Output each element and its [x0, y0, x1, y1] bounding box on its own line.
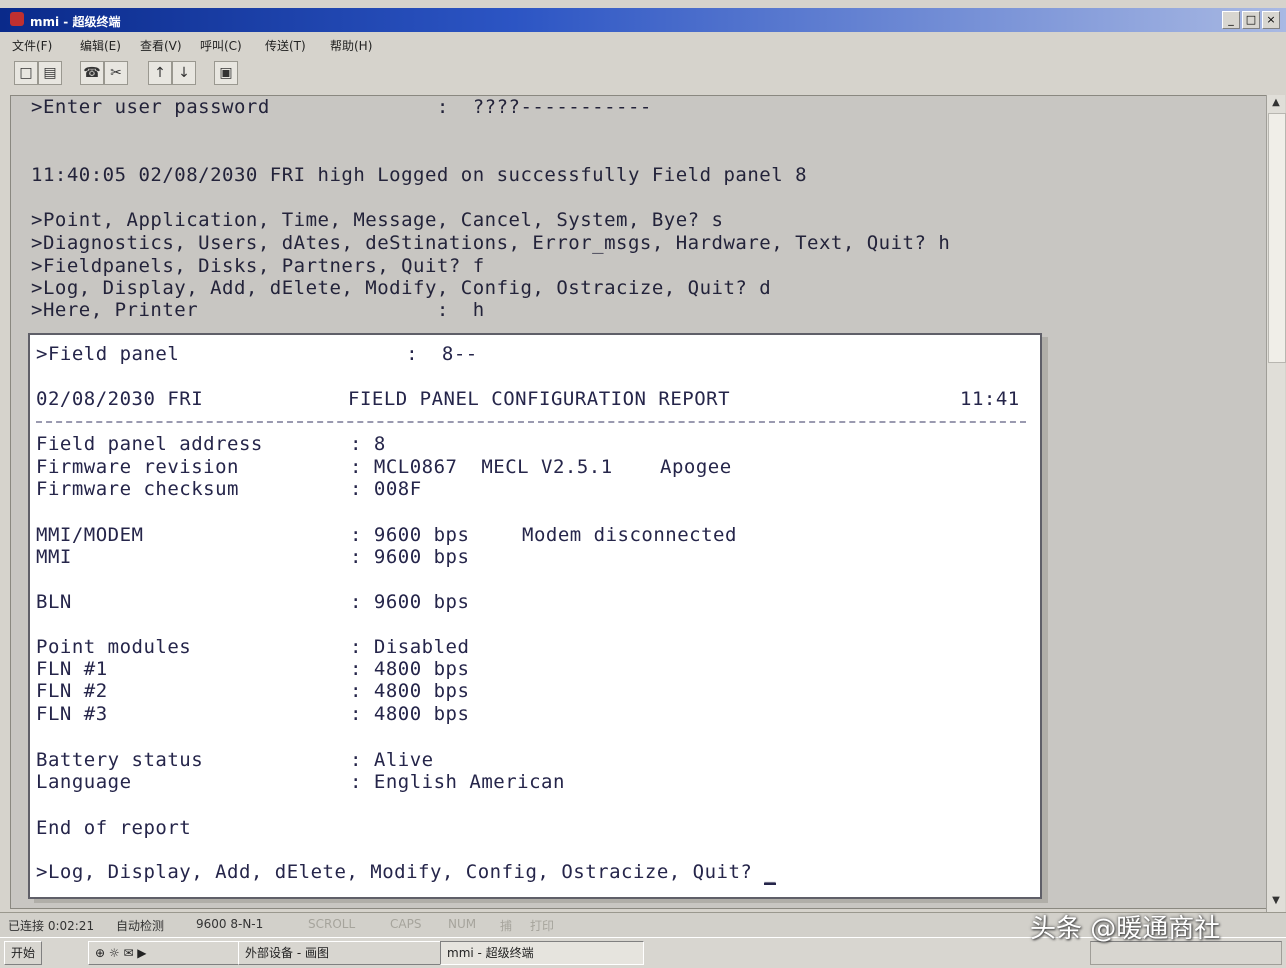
text-cursor: _ — [764, 861, 777, 885]
app-icon — [10, 12, 24, 26]
vertical-scrollbar[interactable]: ▲ ▼ — [1266, 95, 1286, 915]
menu-edit[interactable]: 编辑(E) — [80, 37, 121, 54]
report-label: Point modules — [36, 636, 192, 658]
status-scroll: SCROLL — [308, 917, 356, 931]
report-value: : English American — [350, 771, 565, 793]
report-value: : Alive — [350, 749, 434, 771]
report-label: Field panel address — [36, 433, 263, 455]
report-panel: >Field panel : 8-- 02/08/2030 FRI FIELD … — [28, 333, 1042, 899]
open-icon[interactable]: ▤ — [38, 61, 62, 85]
window-title: mmi - 超级终端 — [30, 15, 121, 29]
report-value: : 8 — [350, 433, 386, 455]
report-extra: Modem disconnected — [522, 524, 737, 546]
menu-file[interactable]: 文件(F) — [12, 37, 52, 54]
quick-launch: ⊕ ☼ ✉ ▶ — [88, 941, 242, 965]
report-label: Firmware revision — [36, 456, 239, 478]
terminal-line: >Enter user password : ????----------- — [31, 96, 652, 118]
report-value: : 4800 bps — [350, 658, 470, 680]
report-label: BLN — [36, 591, 72, 613]
menu-bar: 文件(F) 编辑(E) 查看(V) 呼叫(C) 传送(T) 帮助(H) — [0, 32, 1286, 56]
terminal-line: >Here, Printer : h — [31, 299, 485, 321]
taskbar-item-hyperterminal[interactable]: mmi - 超级终端 — [440, 941, 644, 965]
report-value: : 9600 bps — [350, 524, 470, 546]
status-caps: CAPS — [390, 917, 422, 931]
status-baud: 9600 8-N-1 — [196, 917, 264, 931]
report-extra: Apogee — [660, 456, 732, 478]
report-label: FLN #3 — [36, 703, 108, 725]
status-autodetect: 自动检测 — [116, 919, 165, 933]
start-label: 开始 — [11, 946, 36, 960]
report-date: 02/08/2030 FRI — [36, 388, 204, 410]
end-of-report: End of report — [36, 817, 192, 839]
close-button[interactable]: × — [1262, 11, 1280, 29]
menu-call[interactable]: 呼叫(C) — [200, 37, 242, 54]
new-icon[interactable]: □ — [14, 61, 38, 85]
toolbar: □ ▤ ☎ ✂ ↑ ↓ ▣ — [0, 57, 1286, 93]
terminal-line: >Log, Display, Add, dElete, Modify, Conf… — [31, 277, 772, 299]
report-value: : MCL0867 MECL V2.5.1 — [350, 456, 613, 478]
report-value: : 008F — [350, 478, 422, 500]
report-label: MMI/MODEM — [36, 524, 144, 546]
status-connected: 已连接 0:02:21 — [8, 919, 95, 933]
properties-icon[interactable]: ▣ — [214, 61, 238, 85]
status-capture: 捕 — [500, 919, 513, 933]
watermark: 头条 @暖通商社 — [1030, 914, 1221, 944]
report-label: FLN #1 — [36, 658, 108, 680]
report-title: FIELD PANEL CONFIGURATION REPORT — [348, 388, 731, 410]
report-label: Battery status — [36, 749, 204, 771]
report-label: MMI — [36, 546, 72, 568]
menu-view[interactable]: 查看(V) — [140, 37, 182, 54]
receive-icon[interactable]: ↓ — [172, 61, 196, 85]
connect-icon[interactable]: ☎ — [80, 61, 104, 85]
report-divider — [36, 421, 1026, 423]
report-value: : 9600 bps — [350, 591, 470, 613]
terminal-line: 11:40:05 02/08/2030 FRI high Logged on s… — [31, 164, 808, 186]
title-bar: mmi - 超级终端 _ □ × — [0, 8, 1286, 32]
report-value: : 4800 bps — [350, 703, 470, 725]
terminal-line: >Fieldpanels, Disks, Partners, Quit? f — [31, 255, 485, 277]
report-time: 11:41 — [960, 388, 1020, 410]
scrollbar-thumb[interactable] — [1268, 113, 1286, 363]
menu-help[interactable]: 帮助(H) — [330, 37, 372, 54]
minimize-button[interactable]: _ — [1222, 11, 1240, 29]
send-icon[interactable]: ↑ — [148, 61, 172, 85]
taskbar-item-paint[interactable]: 外部设备 - 画图 — [238, 941, 442, 965]
report-label: Firmware checksum — [36, 478, 239, 500]
menu-transfer[interactable]: 传送(T) — [265, 37, 306, 54]
report-label: FLN #2 — [36, 680, 108, 702]
command-prompt[interactable]: >Log, Display, Add, dElete, Modify, Conf… — [36, 861, 777, 885]
scroll-down-icon[interactable]: ▼ — [1269, 895, 1283, 909]
status-num: NUM — [448, 917, 477, 931]
status-print: 打印 — [530, 919, 555, 933]
start-button[interactable]: 开始 — [4, 941, 43, 965]
scroll-up-icon[interactable]: ▲ — [1269, 97, 1283, 111]
maximize-button[interactable]: □ — [1242, 11, 1260, 29]
terminal-line: >Diagnostics, Users, dAtes, deStinations… — [31, 232, 951, 254]
command-prompt-text: >Log, Display, Add, dElete, Modify, Conf… — [36, 861, 765, 883]
report-value: : Disabled — [350, 636, 470, 658]
report-value: : 4800 bps — [350, 680, 470, 702]
disconnect-icon[interactable]: ✂ — [104, 61, 128, 85]
report-label: Language — [36, 771, 132, 793]
field-panel-prompt: >Field panel : 8-- — [36, 343, 478, 365]
report-value: : 9600 bps — [350, 546, 470, 568]
terminal-line: >Point, Application, Time, Message, Canc… — [31, 209, 724, 231]
